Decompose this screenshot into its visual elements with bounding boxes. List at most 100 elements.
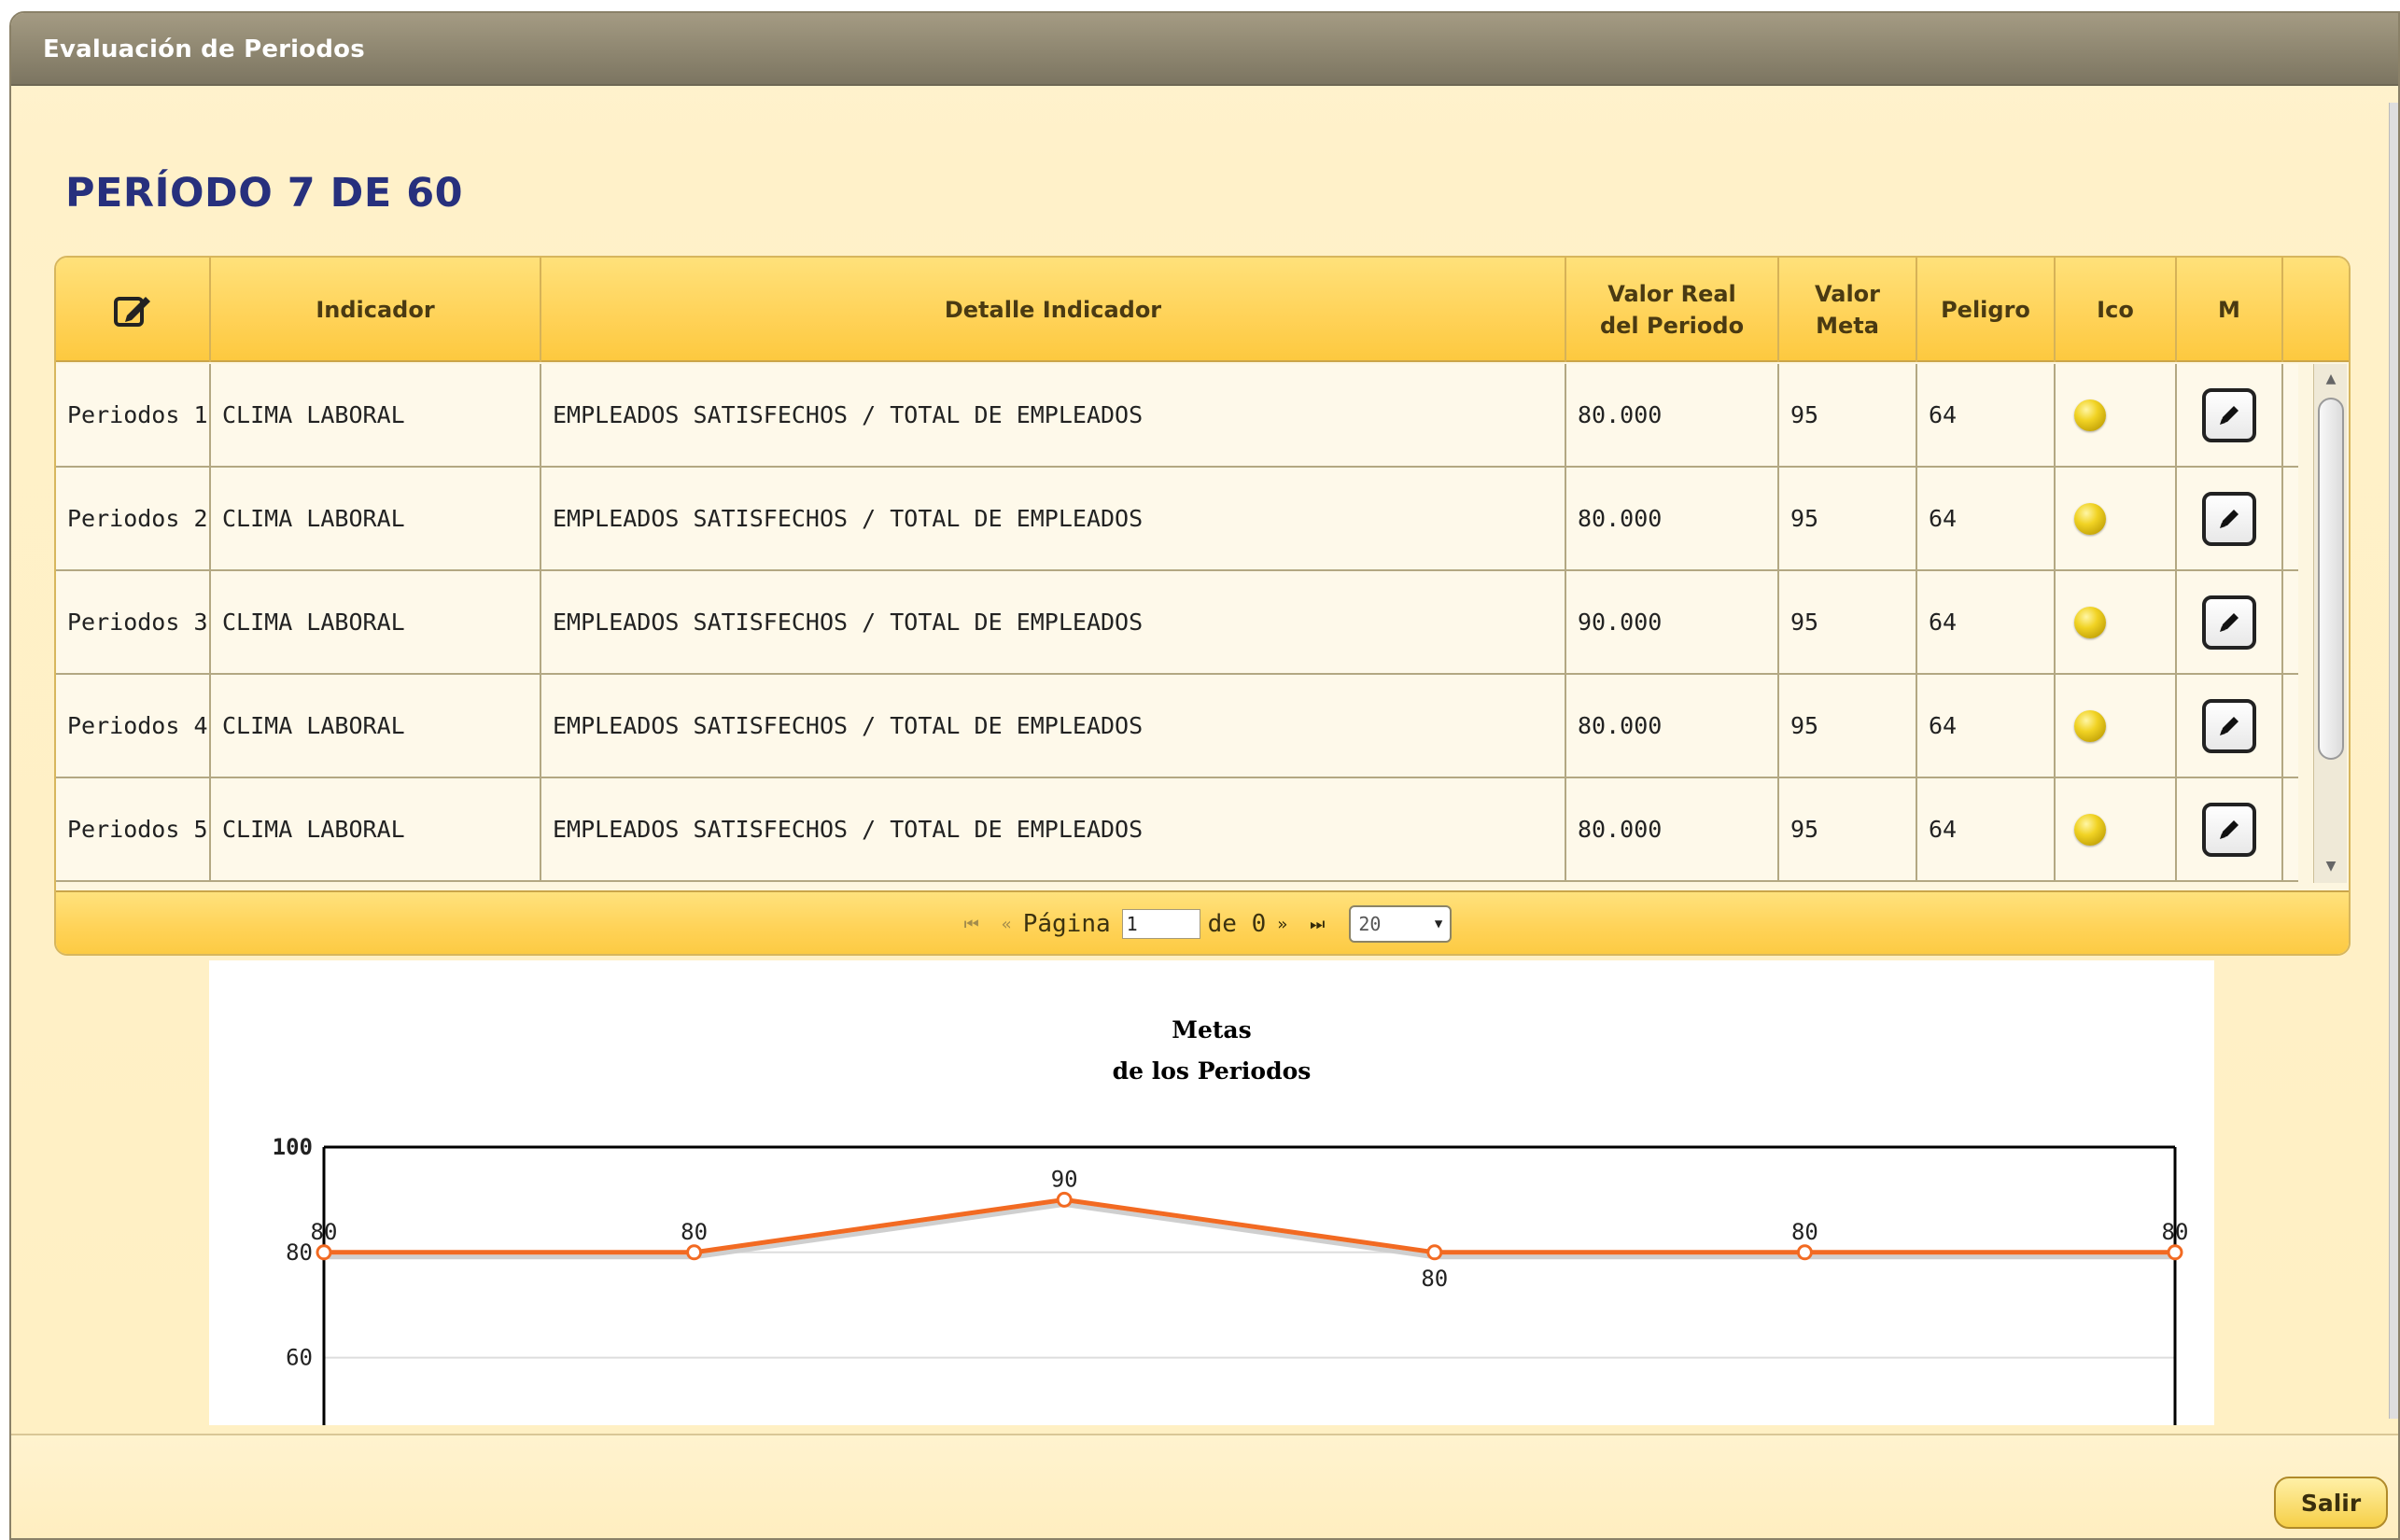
cell-peligro: 64 <box>1917 364 2056 466</box>
cell-periodo: Periodos 5 <box>56 778 211 880</box>
cell-periodo: Periodos 4 <box>56 675 211 777</box>
page-of-label: de 0 <box>1207 910 1267 938</box>
y-tick-label: 80 <box>286 1239 313 1266</box>
header-peligro[interactable]: Peligro <box>1917 258 2056 362</box>
exit-button[interactable]: Salir <box>2274 1477 2388 1529</box>
prev-page-icon[interactable]: « <box>1002 915 1012 934</box>
header-indicador[interactable]: Indicador <box>211 258 541 362</box>
table-row[interactable]: Periodos 5 CLIMA LABORAL EMPLEADOS SATISFE… <box>56 778 2298 882</box>
first-page-icon[interactable]: ⏮ <box>964 915 979 934</box>
cell-valor-real: 90.000 <box>1566 571 1779 673</box>
chevron-down-icon: ▼ <box>1434 917 1443 931</box>
header-ico[interactable]: Ico <box>2056 258 2177 362</box>
data-label: 80 <box>311 1219 338 1245</box>
data-label: 80 <box>1421 1266 1448 1292</box>
cell-peligro: 64 <box>1917 675 2056 777</box>
edit-row-button[interactable] <box>2202 387 2256 442</box>
cell-periodo: Periodos 1 <box>56 364 211 466</box>
dialog-footer: Salir <box>11 1434 2398 1538</box>
cell-ico <box>2056 675 2177 777</box>
cell-m <box>2177 675 2283 777</box>
page-number-input[interactable] <box>1121 909 1200 939</box>
data-label: 80 <box>681 1219 708 1245</box>
y-tick-label: 60 <box>286 1345 313 1371</box>
pencil-icon <box>2220 405 2239 425</box>
header-valor-real[interactable]: Valor Real del Periodo <box>1566 258 1779 362</box>
page-size-value: 20 <box>1358 913 1382 935</box>
cell-ico <box>2056 571 2177 673</box>
evaluacion-periodos-dialog: Evaluación de Periodos PERÍODO 7 DE 60 I… <box>9 11 2400 1540</box>
cell-m <box>2177 778 2283 880</box>
cell-valor-real: 80.000 <box>1566 364 1779 466</box>
cell-valor-real: 80.000 <box>1566 468 1779 569</box>
cell-valor-meta: 95 <box>1779 571 1917 673</box>
page-label: Página <box>1022 910 1111 938</box>
page-size-select[interactable]: 20 ▼ <box>1349 905 1453 943</box>
next-page-icon[interactable]: » <box>1277 915 1287 934</box>
data-label: 80 <box>1791 1219 1818 1245</box>
cell-detalle: EMPLEADOS SATISFECHOS / TOTAL DE EMPLEAD… <box>541 364 1566 466</box>
edit-row-button[interactable] <box>2202 698 2256 753</box>
status-light-icon <box>2074 813 2106 846</box>
header-spacer <box>2283 258 2349 362</box>
grid-pager: ⏮ « Página de 0 » ⏭ 20 ▼ <box>56 890 2349 954</box>
series-shadow <box>324 1201 2175 1260</box>
y-tick-label: 100 <box>273 1134 313 1160</box>
cell-peligro: 64 <box>1917 778 2056 880</box>
cell-indicador: CLIMA LABORAL <box>211 468 541 569</box>
metas-chart: Metas de los Periodos 100 80 60 80 80 90 80 80 8… <box>209 960 2214 1425</box>
header-edit-col <box>56 258 211 362</box>
indicators-grid: Indicador Detalle Indicador Valor Real d… <box>54 256 2351 956</box>
edit-row-button[interactable] <box>2202 802 2256 857</box>
scroll-up-icon[interactable]: ▲ <box>2318 366 2344 392</box>
edit-row-button[interactable] <box>2202 595 2256 650</box>
status-light-icon <box>2074 606 2106 638</box>
cell-m <box>2177 468 2283 569</box>
pencil-icon <box>2220 612 2239 632</box>
cell-indicador: CLIMA LABORAL <box>211 364 541 466</box>
cell-periodo: Periodos 2 <box>56 468 211 569</box>
pencil-icon <box>2220 509 2239 528</box>
data-point <box>1426 1244 1443 1261</box>
dialog-title: Evaluación de Periodos <box>43 35 365 63</box>
dialog-titlebar[interactable]: Evaluación de Periodos <box>11 13 2398 86</box>
scroll-down-icon[interactable]: ▼ <box>2318 853 2344 879</box>
cell-m <box>2177 571 2283 673</box>
cell-periodo: Periodos 3 <box>56 571 211 673</box>
cell-detalle: EMPLEADOS SATISFECHOS / TOTAL DE EMPLEAD… <box>541 571 1566 673</box>
dialog-scrollbar[interactable] <box>2389 103 2398 1419</box>
table-row[interactable]: Periodos 3 CLIMA LABORAL EMPLEADOS SATISFE… <box>56 571 2298 675</box>
cell-ico <box>2056 364 2177 466</box>
last-page-icon[interactable]: ⏭ <box>1310 915 1325 934</box>
pencil-icon <box>2220 819 2239 839</box>
cell-detalle: EMPLEADOS SATISFECHOS / TOTAL DE EMPLEAD… <box>541 675 1566 777</box>
scrollbar-thumb[interactable] <box>2318 398 2344 760</box>
data-point <box>1796 1244 1813 1261</box>
status-light-icon <box>2074 502 2106 535</box>
table-row[interactable]: Periodos 1 CLIMA LABORAL EMPLEADOS SATISFE… <box>56 364 2298 468</box>
cell-valor-meta: 95 <box>1779 675 1917 777</box>
cell-peligro: 64 <box>1917 571 2056 673</box>
status-light-icon <box>2074 709 2106 742</box>
cell-indicador: CLIMA LABORAL <box>211 778 541 880</box>
cell-valor-meta: 95 <box>1779 468 1917 569</box>
table-row[interactable]: Periodos 4 CLIMA LABORAL EMPLEADOS SATISFE… <box>56 675 2298 778</box>
chart-plot: 100806080 80908080 80 <box>273 1134 2188 1425</box>
data-point <box>316 1244 332 1261</box>
cell-m <box>2177 364 2283 466</box>
data-point <box>686 1244 703 1261</box>
grid-vertical-scrollbar[interactable]: ▲ ▼ <box>2313 364 2347 883</box>
cell-valor-meta: 95 <box>1779 364 1917 466</box>
header-valor-meta[interactable]: Valor Meta <box>1779 258 1917 362</box>
pencil-icon <box>2220 716 2239 735</box>
period-heading: PERÍODO 7 DE 60 <box>65 170 464 217</box>
edit-row-button[interactable] <box>2202 491 2256 546</box>
status-light-icon <box>2074 399 2106 431</box>
cell-indicador: CLIMA LABORAL <box>211 571 541 673</box>
header-detalle[interactable]: Detalle Indicador <box>541 258 1566 362</box>
series-line <box>324 1197 2175 1255</box>
table-row[interactable]: Periodos 2 CLIMA LABORAL EMPLEADOS SATISFE… <box>56 468 2298 571</box>
edit-note-icon <box>114 297 150 327</box>
cell-peligro: 64 <box>1917 468 2056 569</box>
header-m[interactable]: M <box>2177 258 2283 362</box>
